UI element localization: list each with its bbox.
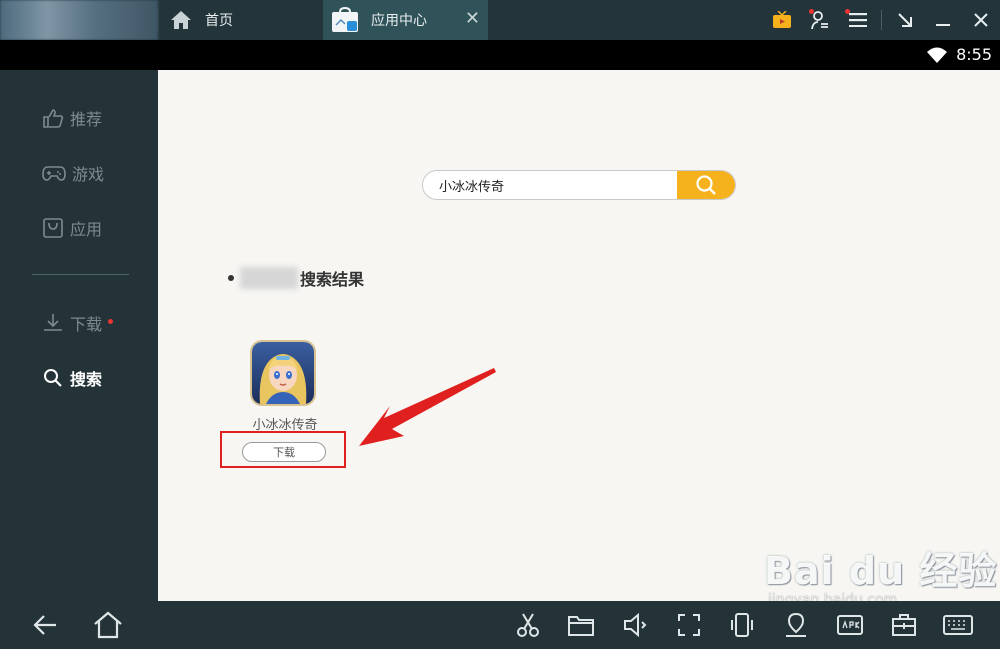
sidebar-item-games[interactable]: 游戏 [42, 161, 104, 185]
folder-icon [568, 616, 594, 636]
scissors-icon [517, 613, 539, 637]
bottom-toolbar [0, 601, 1000, 649]
search-icon [696, 175, 716, 195]
sidebar-item-label: 下载 [70, 315, 103, 334]
download-icon [44, 314, 62, 331]
baidu-watermark: Bai du 经验 jingyan.baidu.com [764, 540, 1000, 610]
keyboard-button[interactable] [940, 607, 976, 643]
notification-dot [809, 9, 814, 14]
app-bag-icon [43, 218, 63, 238]
sidebar-divider [32, 274, 129, 275]
notification-dot [845, 9, 850, 14]
controls-separator [881, 10, 882, 30]
back-button[interactable] [27, 607, 63, 643]
app-icon-xiaobingbing[interactable] [250, 340, 316, 406]
watermark-line1: Bai du 经验 [764, 549, 998, 593]
gamepad-icon [42, 166, 66, 181]
speaker-icon [624, 613, 647, 637]
tab-home[interactable]: 首页 [165, 0, 323, 40]
fullscreen-button[interactable] [671, 607, 707, 643]
title-separator [157, 8, 158, 32]
title-bar: 首页 应用中心 ✕ [0, 0, 1000, 40]
bullet [228, 275, 234, 281]
window-controls [763, 0, 1000, 40]
sidebar-item-apps[interactable]: 应用 [42, 216, 102, 240]
sidebar-item-label: 应用 [70, 220, 103, 239]
download-button[interactable]: 下载 [242, 442, 326, 462]
folder-button[interactable] [563, 607, 599, 643]
status-time: 8:55 [956, 45, 992, 64]
arrow-down-right-icon [898, 13, 912, 27]
tab-home-label: 首页 [205, 13, 233, 29]
collapse-button[interactable] [886, 0, 924, 40]
sidebar-item-search[interactable]: 搜索 [42, 366, 102, 390]
home-icon [171, 11, 191, 29]
volume-button[interactable] [617, 607, 653, 643]
app-logo [0, 0, 158, 40]
tv-icon [773, 11, 791, 28]
tab-app-center-label: 应用中心 [371, 13, 427, 29]
home-button[interactable] [90, 607, 126, 643]
minimize-icon [936, 24, 950, 26]
minimize-button[interactable] [924, 0, 962, 40]
sidebar: 推荐 游戏 应用 下载 搜索 [0, 70, 158, 601]
location-button[interactable] [778, 607, 814, 643]
rotate-phone-icon [731, 613, 753, 637]
sidebar-item-label: 推荐 [70, 110, 103, 129]
wifi-icon [927, 47, 947, 63]
sidebar-item-label: 游戏 [72, 165, 105, 184]
tv-button[interactable] [763, 0, 801, 40]
screenshot-button[interactable] [510, 607, 546, 643]
home-outline-icon [94, 611, 122, 639]
close-window-button[interactable] [962, 0, 1000, 40]
rotate-button[interactable] [724, 607, 760, 643]
fullscreen-icon [678, 614, 700, 636]
results-title-text: 搜索结果 [300, 270, 365, 289]
search-button[interactable] [677, 171, 735, 199]
android-status-bar: 8:55 [0, 40, 1000, 70]
app-center-icon [332, 7, 358, 32]
account-button[interactable] [801, 0, 839, 40]
sidebar-item-label: 搜索 [70, 370, 103, 389]
game-character-icon [252, 342, 314, 404]
search-icon [44, 369, 62, 387]
back-arrow-icon [33, 615, 56, 635]
red-arrow-annotation [359, 368, 496, 446]
apk-icon [837, 615, 863, 635]
redacted-query [240, 267, 298, 289]
download-notification-dot [108, 318, 114, 324]
close-icon [974, 13, 988, 27]
main-content: 搜索结果 小冰冰传奇 下载 Bai du 经验 jingyan.baid [158, 70, 1000, 608]
search-bar [422, 170, 736, 200]
apk-install-button[interactable] [832, 607, 868, 643]
keyboard-icon [943, 615, 973, 635]
location-pin-icon [786, 612, 806, 637]
sidebar-item-download[interactable]: 下载 [42, 311, 114, 335]
sidebar-item-recommend[interactable]: 推荐 [42, 106, 102, 130]
results-heading: 搜索结果 [228, 266, 364, 290]
menu-icon [849, 13, 867, 27]
thumbs-up-icon [43, 109, 64, 128]
tab-app-center[interactable]: 应用中心 ✕ [323, 0, 488, 40]
menu-button[interactable] [839, 0, 877, 40]
search-input[interactable] [423, 171, 679, 199]
toolbox-button[interactable] [886, 607, 922, 643]
toolbox-icon [892, 614, 916, 636]
close-tab-icon[interactable]: ✕ [465, 9, 480, 29]
